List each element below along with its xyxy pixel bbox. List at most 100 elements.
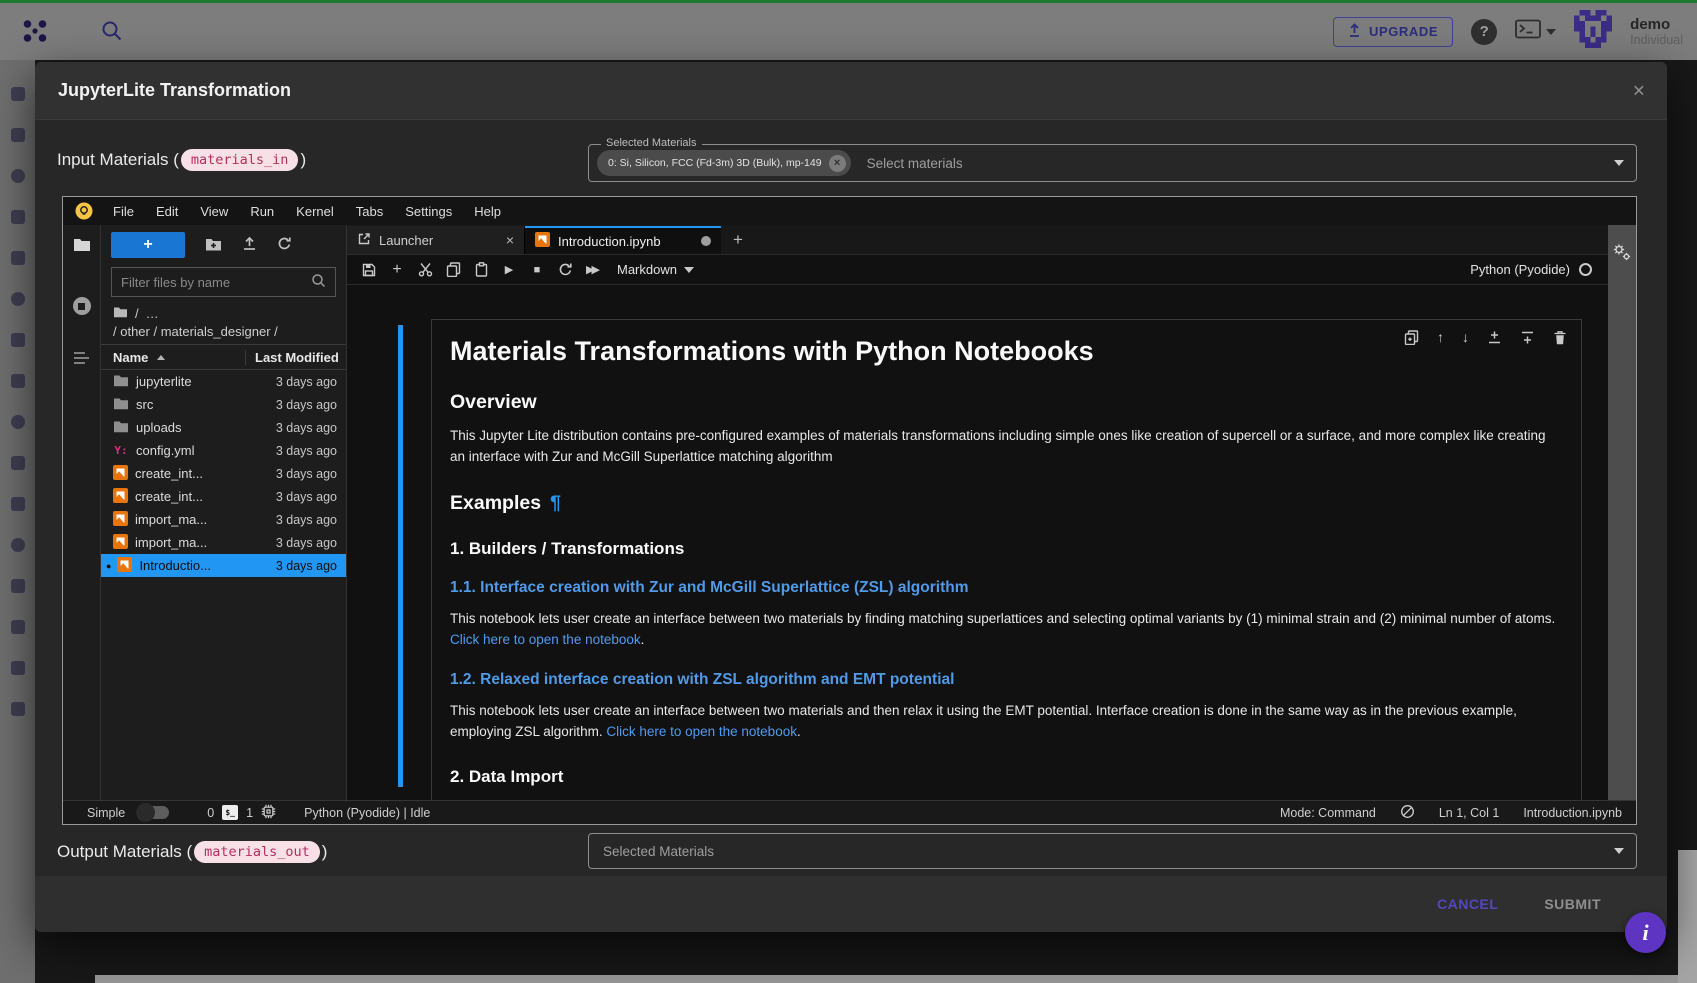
breadcrumb-path[interactable]: / other / materials_designer /	[113, 324, 334, 339]
file-row[interactable]: src 3 days ago	[101, 393, 346, 416]
save-icon[interactable]	[355, 263, 383, 277]
file-row[interactable]: create_int... 3 days ago	[101, 462, 346, 485]
sidebar-icon[interactable]	[11, 333, 25, 347]
insert-cell-icon[interactable]: +	[383, 261, 411, 279]
notebook-content[interactable]: ↑ ↓ Materials Transformations with Pytho…	[347, 285, 1608, 800]
close-tab-icon[interactable]: ×	[506, 232, 514, 248]
column-name[interactable]: Name	[101, 350, 245, 365]
restart-kernel-icon[interactable]	[551, 262, 579, 277]
mat3ra-logo-icon[interactable]	[20, 16, 50, 51]
sidebar-icon[interactable]	[11, 620, 25, 634]
restart-and-run-all-icon[interactable]: ▶▶	[579, 263, 607, 276]
sidebar-icon[interactable]	[11, 579, 25, 593]
help-button[interactable]: ?	[1471, 19, 1497, 45]
accessibility-slash-icon[interactable]	[1400, 804, 1415, 822]
sidebar-icon[interactable]	[11, 702, 25, 716]
filter-files-input[interactable]	[121, 275, 311, 290]
menu-run[interactable]: Run	[239, 204, 285, 219]
search-icon[interactable]	[100, 19, 124, 48]
sidebar-icon[interactable]	[11, 128, 25, 142]
table-of-contents-icon[interactable]	[73, 351, 91, 370]
run-cell-icon[interactable]: ▶	[495, 263, 523, 276]
new-launcher-button[interactable]: +	[111, 232, 185, 258]
menu-file[interactable]: File	[102, 204, 145, 219]
dropdown-caret-icon[interactable]	[1614, 160, 1624, 166]
sidebar-icon[interactable]	[11, 661, 25, 675]
new-tab-button[interactable]: +	[721, 226, 755, 254]
material-chip[interactable]: 0: Si, Silicon, FCC (Fd-3m) 3D (Bulk), m…	[597, 150, 851, 176]
stop-kernel-icon[interactable]: ■	[523, 264, 551, 276]
menu-kernel[interactable]: Kernel	[285, 204, 345, 219]
open-notebook-link[interactable]: Click here to open the notebook	[606, 724, 797, 739]
close-icon[interactable]: ×	[1633, 80, 1645, 101]
user-avatar[interactable]	[1574, 10, 1612, 53]
refresh-icon[interactable]	[277, 236, 292, 254]
selected-materials-field[interactable]: Selected Materials 0: Si, Silicon, FCC (…	[588, 144, 1637, 182]
menu-help[interactable]: Help	[463, 204, 512, 219]
tab-introduction-notebook[interactable]: Introduction.ipynb	[525, 226, 721, 254]
dropdown-caret-icon[interactable]	[1614, 848, 1624, 854]
sidebar-icon[interactable]	[11, 538, 25, 552]
sidebar-icon[interactable]	[11, 87, 25, 101]
property-inspector-gears-icon[interactable]	[1611, 241, 1633, 268]
file-row[interactable]: import_ma... 3 days ago	[101, 531, 346, 554]
paste-icon[interactable]	[467, 262, 495, 277]
menu-edit[interactable]: Edit	[145, 204, 189, 219]
mode-indicator[interactable]: Mode: Command	[1280, 806, 1376, 820]
duplicate-cell-icon[interactable]	[1404, 330, 1419, 345]
menu-settings[interactable]: Settings	[394, 204, 463, 219]
tab-launcher[interactable]: Launcher ×	[347, 226, 525, 254]
file-row[interactable]: import_ma... 3 days ago	[101, 508, 346, 531]
cell-type-select[interactable]: Markdown	[617, 262, 694, 277]
insert-cell-below-icon[interactable]	[1520, 330, 1535, 345]
insert-cell-above-icon[interactable]	[1487, 330, 1502, 345]
output-materials-dropdown[interactable]: Selected Materials	[588, 833, 1637, 869]
cut-icon[interactable]	[411, 262, 439, 277]
file-row[interactable]: create_int... 3 days ago	[101, 485, 346, 508]
sidebar-icon[interactable]	[11, 456, 25, 470]
user-info[interactable]: demo Individual	[1630, 16, 1683, 48]
upgrade-button[interactable]: UPGRADE	[1333, 17, 1453, 47]
file-row[interactable]: jupyterlite 3 days ago	[101, 370, 346, 393]
column-last-modified[interactable]: Last Modified	[245, 350, 346, 365]
open-notebook-link[interactable]: Click here to open the notebook	[450, 632, 641, 647]
kernel-chip-icon[interactable]	[261, 804, 276, 822]
sidebar-icon[interactable]	[11, 497, 25, 511]
sidebar-icon[interactable]	[11, 415, 25, 429]
cursor-position[interactable]: Ln 1, Col 1	[1439, 806, 1499, 820]
submit-button[interactable]: SUBMIT	[1544, 896, 1601, 912]
simple-mode-toggle[interactable]	[139, 806, 169, 819]
sidebar-icon[interactable]	[11, 210, 25, 224]
kernel-status-text[interactable]: Python (Pyodide) | Idle	[304, 806, 430, 820]
copy-icon[interactable]	[439, 262, 467, 277]
menu-tabs[interactable]: Tabs	[345, 204, 394, 219]
move-cell-up-icon[interactable]: ↑	[1437, 329, 1444, 345]
file-row-selected[interactable]: ●Introductio... 3 days ago	[101, 554, 346, 577]
sidebar-icon[interactable]	[11, 169, 25, 183]
running-sessions-icon[interactable]	[73, 297, 91, 315]
sidebar-icon[interactable]	[11, 251, 25, 265]
info-fab-button[interactable]: i	[1625, 912, 1666, 953]
sidebar-icon[interactable]	[11, 374, 25, 388]
home-folder-icon[interactable]	[113, 306, 128, 321]
delete-cell-icon[interactable]	[1553, 330, 1567, 345]
breadcrumb-ellipsis[interactable]: …	[146, 306, 159, 321]
sidebar-icon[interactable]	[11, 292, 25, 306]
breadcrumb-root[interactable]: /	[135, 306, 139, 321]
file-browser-icon[interactable]	[73, 237, 91, 257]
menu-view[interactable]: View	[189, 204, 239, 219]
cancel-button[interactable]: CANCEL	[1437, 896, 1498, 912]
move-cell-down-icon[interactable]: ↓	[1462, 329, 1469, 345]
jupyterlite-logo-icon[interactable]	[75, 202, 93, 220]
terminal-icon[interactable]: $_	[222, 805, 238, 820]
chip-remove-icon[interactable]: ×	[829, 155, 846, 172]
file-row[interactable]: uploads 3 days ago	[101, 416, 346, 439]
kernel-indicator[interactable]: Python (Pyodide)	[1470, 262, 1600, 277]
file-row[interactable]: Y:config.yml 3 days ago	[101, 439, 346, 462]
pilcrow-anchor-icon[interactable]: ¶	[550, 492, 561, 514]
new-folder-icon[interactable]	[205, 237, 222, 254]
markdown-cell[interactable]: ↑ ↓ Materials Transformations with Pytho…	[431, 319, 1582, 800]
active-file-name[interactable]: Introduction.ipynb	[1523, 806, 1622, 820]
upload-files-icon[interactable]	[242, 236, 257, 254]
console-menu-button[interactable]	[1515, 19, 1556, 44]
